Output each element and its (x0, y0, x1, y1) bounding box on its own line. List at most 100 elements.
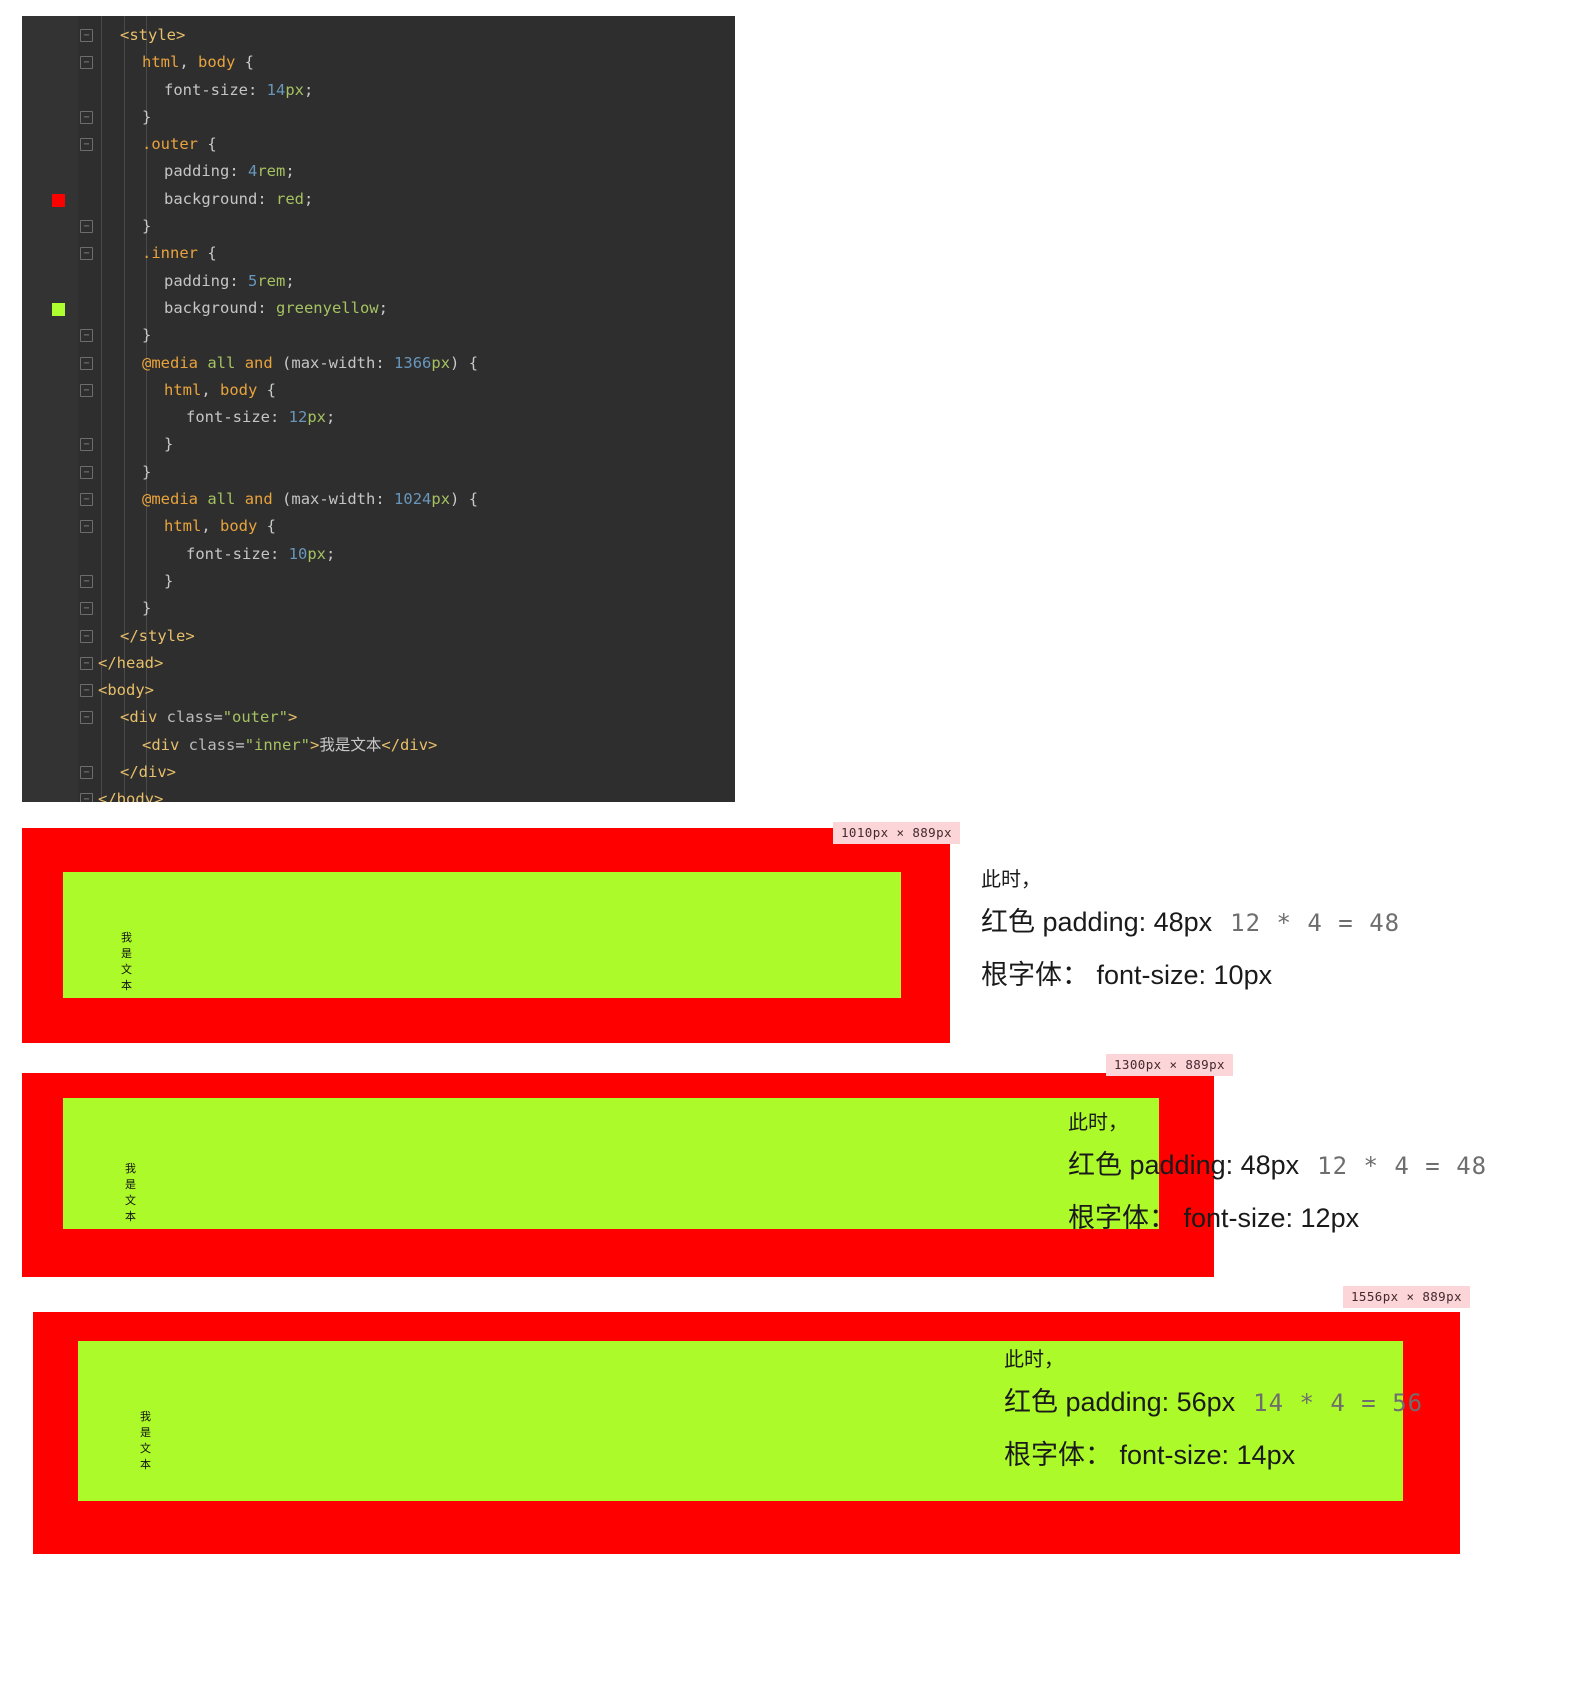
code-line[interactable]: − </div> (22, 759, 735, 786)
code-line[interactable]: − </body> (22, 786, 735, 802)
code-line-text: } (164, 571, 174, 590)
fold-expand-icon[interactable]: − (80, 383, 93, 397)
code-line-text: <div class="outer"> (120, 708, 298, 727)
fold-collapse-icon[interactable]: − (80, 438, 93, 452)
code-line-text: </style> (120, 626, 195, 645)
fold-collapse-icon[interactable]: − (80, 329, 93, 343)
code-line[interactable]: font-size: 10px; (22, 541, 735, 568)
code-line-text: background: red; (164, 189, 314, 208)
fold-expand-icon[interactable]: − (80, 138, 93, 152)
code-line[interactable]: background: greenyellow; (22, 295, 735, 322)
inner-div-greenyellow (63, 1098, 1159, 1229)
code-line-text: padding: 5rem; (164, 271, 295, 290)
code-line-text: </body> (98, 790, 164, 802)
fold-expand-icon[interactable]: − (80, 247, 93, 261)
code-line[interactable]: −} (22, 459, 735, 486)
fold-expand-icon[interactable]: − (80, 29, 93, 42)
fold-expand-icon[interactable]: − (80, 684, 93, 698)
color-swatch-icon[interactable] (52, 302, 65, 316)
fold-collapse-icon[interactable]: − (80, 602, 93, 616)
dimension-badge: 1010px × 889px (833, 822, 960, 844)
code-line[interactable]: −} (22, 104, 735, 131)
code-line[interactable]: −} (22, 322, 735, 349)
code-line-text: </head> (98, 653, 164, 672)
note-line-rootfont: 根字体： font-size: 12px (1068, 1203, 1360, 1234)
code-line[interactable]: −} (22, 431, 735, 458)
code-line-text: } (142, 462, 152, 481)
code-line[interactable]: − .inner { (22, 240, 735, 267)
screenshot-root: − <style> − html, body {font-size: 14px; −} −… (0, 0, 1595, 1690)
code-line-text: @media all and (max-width: 1366px) { (142, 353, 479, 372)
fold-collapse-icon[interactable]: − (80, 220, 93, 234)
fold-expand-icon[interactable]: − (80, 711, 93, 725)
inner-div-text: 我是文本 (125, 1162, 136, 1223)
code-line-text: .inner { (142, 244, 217, 263)
code-line-text: background: greenyellow; (164, 298, 388, 317)
fold-collapse-icon[interactable]: − (80, 766, 93, 780)
code-line-text: font-size: 10px; (186, 544, 336, 563)
annotation-note-1556: 此时， 红色 padding: 56px 14 * 4 = 56 根字体： fon… (1004, 1342, 1423, 1482)
code-line[interactable]: font-size: 14px; (22, 77, 735, 104)
code-line[interactable]: padding: 5rem; (22, 268, 735, 295)
fold-expand-icon[interactable]: − (80, 56, 93, 70)
code-line-text: </div> (120, 763, 176, 782)
fold-collapse-icon[interactable]: − (80, 110, 93, 124)
fold-expand-icon[interactable]: − (80, 520, 93, 534)
code-line-text: } (164, 435, 174, 454)
code-line[interactable]: − <div class="outer"> (22, 704, 735, 731)
fold-expand-icon[interactable]: − (80, 493, 93, 507)
inner-div-text: 我是文本 (140, 1410, 151, 1471)
code-line-text: <div class="inner">我是文本</div> (142, 735, 438, 754)
code-line[interactable]: −} (22, 213, 735, 240)
code-line[interactable]: − @media all and (max-width: 1024px) { (22, 486, 735, 513)
fold-collapse-icon[interactable]: − (80, 793, 93, 802)
code-line-text: .outer { (142, 135, 217, 154)
note-line-intro: 此时， (981, 867, 1041, 891)
inner-div-text: 我是文本 (121, 931, 132, 992)
fold-expand-icon[interactable]: − (80, 356, 93, 370)
code-line[interactable]: − </head> (22, 650, 735, 677)
code-line[interactable]: −} (22, 595, 735, 622)
note-line-padding: 红色 padding: 48px 12 * 4 = 48 (981, 907, 1401, 938)
code-line[interactable]: − <style> (22, 22, 735, 49)
code-line[interactable]: − html, body { (22, 49, 735, 76)
note-line-intro: 此时， (1068, 1110, 1128, 1134)
code-line[interactable]: font-size: 12px; (22, 404, 735, 431)
color-swatch-icon[interactable] (52, 193, 65, 207)
dimension-badge: 1300px × 889px (1106, 1054, 1233, 1076)
code-line[interactable]: − @media all and (max-width: 1366px) { (22, 350, 735, 377)
inner-div-greenyellow (63, 872, 901, 998)
fold-collapse-icon[interactable]: − (80, 629, 93, 643)
code-line-text: html, body { (164, 380, 276, 399)
note-line-rootfont: 根字体： font-size: 14px (1004, 1440, 1296, 1471)
code-line-text: } (142, 326, 152, 345)
code-line-text: html, body { (164, 517, 276, 536)
fold-collapse-icon[interactable]: − (80, 574, 93, 588)
fold-collapse-icon[interactable]: − (80, 656, 93, 670)
annotation-note-1010: 此时， 红色 padding: 48px 12 * 4 = 48 根字体： fon… (981, 862, 1400, 1002)
code-line-text: <style> (120, 26, 186, 44)
code-line-text: } (142, 217, 152, 236)
code-line-text: <body> (98, 681, 154, 700)
code-line[interactable]: − .outer { (22, 131, 735, 158)
code-line[interactable]: − </style> (22, 623, 735, 650)
code-line[interactable]: − <body> (22, 677, 735, 704)
code-lines[interactable]: − <style> − html, body {font-size: 14px; −} −… (22, 22, 735, 802)
dimension-badge: 1556px × 889px (1343, 1286, 1470, 1308)
fold-collapse-icon[interactable]: − (80, 465, 93, 479)
code-line-text: font-size: 12px; (186, 408, 336, 427)
code-line[interactable]: padding: 4rem; (22, 158, 735, 185)
note-line-padding: 红色 padding: 48px 12 * 4 = 48 (1068, 1150, 1488, 1181)
code-line[interactable]: −} (22, 568, 735, 595)
code-line[interactable]: background: red; (22, 186, 735, 213)
code-line[interactable]: − html, body { (22, 377, 735, 404)
note-line-rootfont: 根字体： font-size: 10px (981, 960, 1273, 991)
code-line[interactable]: <div class="inner">我是文本</div> (22, 732, 735, 759)
code-line-text: font-size: 14px; (164, 80, 314, 99)
code-line-text: html, body { (142, 53, 254, 72)
code-editor-panel[interactable]: − <style> − html, body {font-size: 14px; −} −… (22, 16, 735, 802)
note-line-intro: 此时， (1004, 1347, 1064, 1371)
code-line-text: } (142, 599, 152, 618)
annotation-note-1300: 此时， 红色 padding: 48px 12 * 4 = 48 根字体： fon… (1068, 1105, 1487, 1245)
code-line[interactable]: − html, body { (22, 513, 735, 540)
